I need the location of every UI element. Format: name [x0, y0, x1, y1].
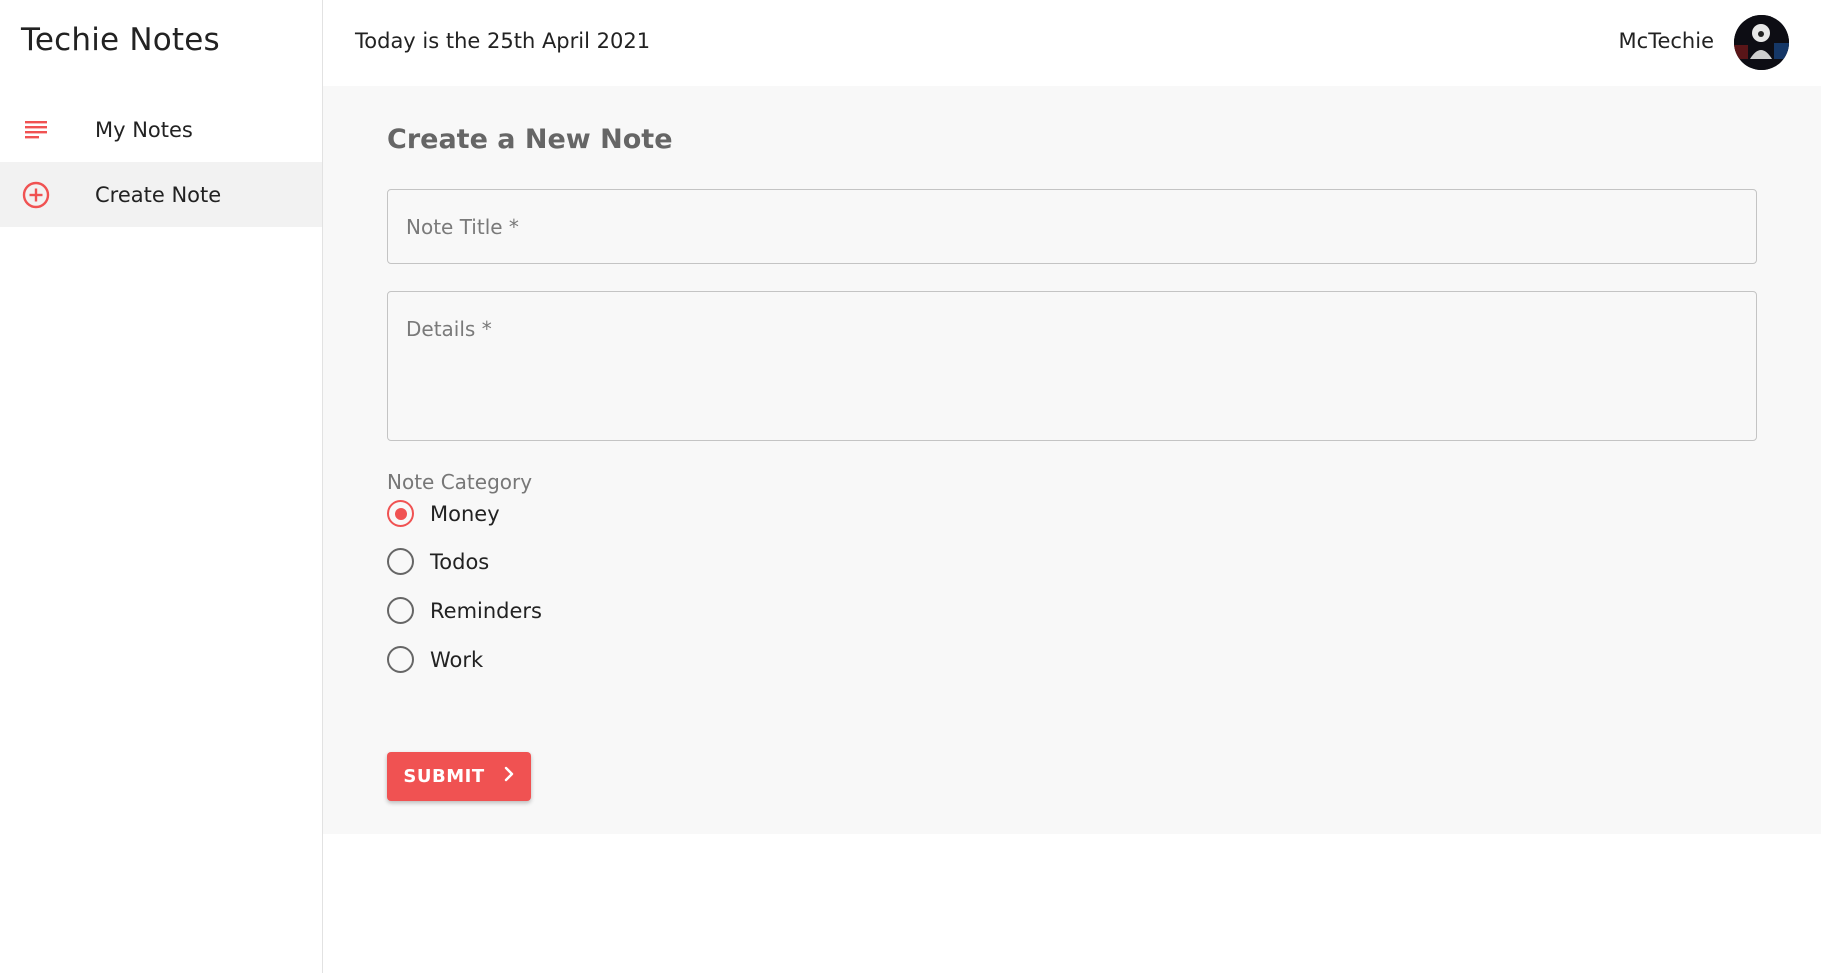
add-circle-icon [22, 181, 50, 209]
radio-unchecked-icon[interactable] [387, 646, 414, 673]
radio-label: Money [430, 501, 500, 526]
radio-checked-icon[interactable] [387, 500, 414, 527]
radio-unchecked-icon[interactable] [387, 597, 414, 624]
chevron-right-icon [503, 766, 515, 787]
details-field[interactable]: Details * [387, 291, 1757, 441]
radio-option-money[interactable]: Money [387, 500, 500, 527]
submit-button[interactable]: SUBMIT [387, 752, 531, 801]
sidebar-item-label: Create Note [95, 182, 222, 207]
sidebar-nav: My Notes Create Note [0, 97, 322, 227]
details-placeholder: Details * [406, 317, 492, 341]
top-bar: Today is the 25th April 2021 McTechie [323, 0, 1821, 86]
submit-label: SUBMIT [403, 766, 485, 787]
avatar[interactable] [1734, 15, 1789, 70]
app: Techie Notes My Notes Create Note Today … [0, 0, 1821, 973]
avatar-image [1734, 15, 1789, 70]
sidebar-item-create-note[interactable]: Create Note [0, 162, 322, 227]
date-text: Today is the 25th April 2021 [355, 29, 651, 53]
page-title: Create a New Note [387, 124, 673, 155]
radio-option-todos[interactable]: Todos [387, 548, 489, 575]
radio-label: Todos [430, 549, 490, 574]
main-content: Create a New Note Note Title * Details *… [323, 86, 1821, 834]
sidebar: Techie Notes My Notes Create Note [0, 0, 323, 973]
note-category-label: Note Category [387, 470, 533, 494]
radio-option-work[interactable]: Work [387, 646, 483, 673]
sidebar-item-label: My Notes [95, 117, 193, 142]
radio-option-reminders[interactable]: Reminders [387, 597, 542, 624]
subject-icon [22, 116, 50, 144]
user-name: McTechie [1618, 29, 1714, 53]
brand-title: Techie Notes [21, 22, 220, 58]
note-title-placeholder: Note Title * [406, 215, 519, 239]
note-title-field[interactable]: Note Title * [387, 189, 1757, 264]
sidebar-item-my-notes[interactable]: My Notes [0, 97, 322, 162]
radio-label: Reminders [430, 598, 542, 623]
radio-label: Work [430, 647, 484, 672]
radio-unchecked-icon[interactable] [387, 548, 414, 575]
